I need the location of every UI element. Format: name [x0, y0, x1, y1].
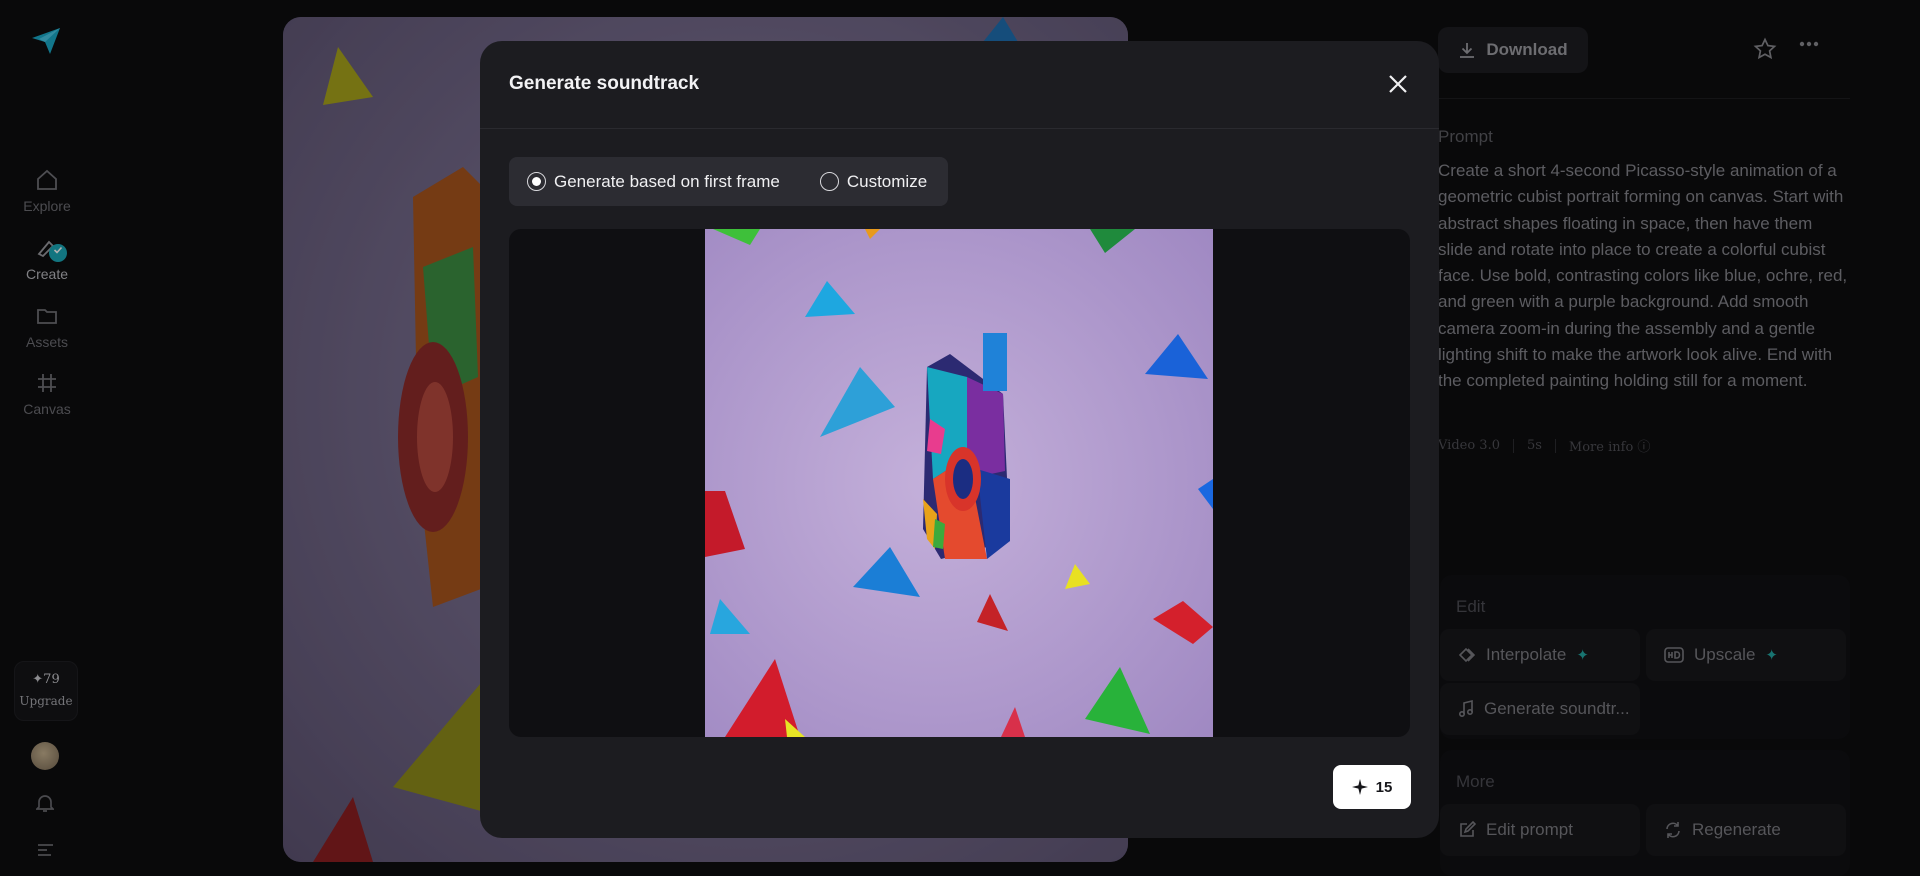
radio-unselected[interactable] — [819, 172, 839, 191]
generate-cost: 15 — [1375, 778, 1393, 796]
option-label: Customize — [846, 171, 928, 191]
close-icon[interactable] — [1386, 72, 1410, 96]
generate-soundtrack-dialog: Generate soundtrack Generate based on fi… — [480, 41, 1439, 838]
generate-button[interactable]: 15 — [1333, 765, 1411, 809]
divider — [480, 128, 1439, 129]
option-first-frame[interactable]: Generate based on first frame — [527, 172, 780, 192]
option-label: Generate based on first frame — [554, 171, 780, 191]
source-option-group: Generate based on first frame Customize — [509, 157, 948, 206]
option-customize[interactable]: Customize — [819, 171, 928, 192]
sparkle-icon — [1351, 779, 1368, 795]
radio-selected[interactable] — [527, 172, 546, 191]
dialog-title: Generate soundtrack — [509, 73, 700, 94]
frame-preview — [509, 229, 1410, 737]
first-frame-image — [705, 229, 1213, 737]
